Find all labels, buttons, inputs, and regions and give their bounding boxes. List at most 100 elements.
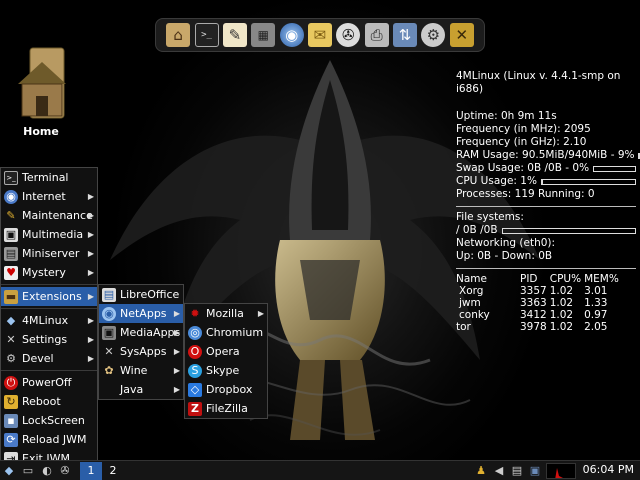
settings-icon[interactable]: ⚙ [421,23,446,47]
gear-icon: ⚙ [6,352,16,365]
menu-item-multimedia[interactable]: ▣ Multimedia ▶ [1,225,97,244]
menu-item-label: Opera [206,345,240,358]
submenu-arrow-icon: ▶ [87,249,94,258]
extensions-submenu: ▤ LibreOffice ◉ NetApps ▶ ▣ MediaApps ▶ ✕ SysA… [98,284,184,400]
menu-item-label: Wine [120,364,148,377]
menu-item-terminal[interactable]: >_ Terminal [1,168,97,187]
submenu-arrow-icon: ▶ [87,192,94,201]
menu-item-wine[interactable]: ✿ Wine ▶ [99,361,183,380]
clipboard-tray-icon[interactable]: ▤ [510,462,524,480]
main-menu: >_ Terminal ◉ Internet ▶ ✎ Maintenance ▶ ▣ Mul… [0,167,98,469]
menu-item-devel[interactable]: ⚙ Devel ▶ [1,349,97,368]
home-desktop-shortcut[interactable]: Home [10,44,72,138]
tools-icon[interactable]: ✕ [449,23,474,47]
network-tray-icon[interactable]: ▣ [528,462,542,480]
file-manager-icon[interactable]: ◐ [38,462,56,480]
menu-item-netapps[interactable]: ◉ NetApps ▶ [99,304,183,323]
tools-icon: ✕ [104,345,114,358]
network-traffic-text: Up: 0B - Down: 0B [456,250,553,262]
netapps-submenu: ✹ Mozilla ▶ ◎ Chromium O Opera S Skype ◇ Dropb… [184,303,268,419]
menu-item-mystery[interactable]: ♥ Mystery ▶ [1,263,97,282]
filesystems-label: File systems: [456,211,524,223]
menu-item-mozilla[interactable]: ✹ Mozilla ▶ [185,304,267,323]
home-shortcut-label: Home [23,125,59,138]
menu-item-extensions[interactable]: ▬ Extensions ▶ [1,287,97,306]
menu-item-opera[interactable]: O Opera [185,342,267,361]
workspace-2-button[interactable]: 2 [102,462,124,480]
menu-item-dropbox[interactable]: ◇ Dropbox [185,380,267,399]
dropbox-icon: ◇ [188,382,202,397]
submenu-arrow-icon: ▶ [87,211,94,220]
cpu-load-graph [546,463,576,479]
menu-item-skype[interactable]: S Skype [185,361,267,380]
menu-item-libreoffice[interactable]: ▤ LibreOffice [99,285,183,304]
media-player-icon[interactable]: ✇ [336,23,361,47]
java-icon [102,383,116,397]
menu-item-label: Miniserver [22,247,80,260]
processes-text: Processes: 119 Running: 0 [456,188,595,200]
menu-item-filezilla[interactable]: Z FileZilla [185,399,267,418]
printer-icon[interactable]: ⎙ [364,23,389,47]
menu-item-lockscreen[interactable]: ▪ LockScreen [1,411,97,430]
terminal-icon[interactable]: >_ [194,23,219,47]
mail-icon[interactable]: ✉ [307,23,332,47]
menu-item-reboot[interactable]: ↻ Reboot [1,392,97,411]
networking-label: Networking (eth0): [456,237,556,249]
menu-item-chromium[interactable]: ◎ Chromium [185,323,267,342]
home-folder-icon[interactable]: ⌂ [166,23,191,47]
submenu-arrow-icon: ▶ [87,230,94,239]
menu-item-label: Maintenance [22,209,93,222]
submenu-arrow-icon: ▶ [87,354,94,363]
submenu-arrow-icon: ▶ [173,328,180,337]
process-pid: 3978 [520,321,547,333]
skype-icon: S [188,363,202,378]
user-tray-icon[interactable]: ♟ [474,462,488,480]
show-desktop-icon[interactable]: ▭ [18,462,38,480]
menu-item-4mlinux[interactable]: ◆ 4MLinux ▶ [1,311,97,330]
media-player-icon[interactable]: ✇ [56,462,74,480]
cpu-usage-text: CPU Usage: 1% [456,175,537,187]
workspace-1-button[interactable]: 1 [80,461,102,480]
menu-item-label: Mozilla [206,307,244,320]
menu-item-label: Reboot [22,395,61,408]
menu-item-java[interactable]: Java ▶ [99,380,183,399]
process-row: Xorg 3357 1.02 3.01 [456,285,622,297]
lock-icon: ▪ [4,413,18,428]
calculator-icon[interactable]: ▦ [251,23,276,47]
uptime-text: Uptime: 0h 9m 11s [456,110,557,122]
divider [456,268,636,269]
menu-item-reload-jwm[interactable]: ⟳ Reload JWM [1,430,97,449]
filezilla-icon: Z [188,401,202,416]
process-table: Name PID CPU% MEM% Xorg 3357 1.02 3.01 j… [456,273,622,333]
menu-item-settings[interactable]: ✕ Settings ▶ [1,330,97,349]
menu-item-label: Mystery [22,266,66,279]
submenu-arrow-icon: ▶ [87,316,94,325]
menu-item-internet[interactable]: ◉ Internet ▶ [1,187,97,206]
menu-item-miniserver[interactable]: ▤ Miniserver ▶ [1,244,97,263]
column-header: PID [520,273,538,285]
menu-item-sysapps[interactable]: ✕ SysApps ▶ [99,342,183,361]
menu-item-label: 4MLinux [22,314,69,327]
menu-separator [1,370,97,371]
process-name: Xorg [459,285,484,297]
conky-system-monitor: 4MLinux (Linux v. 4.4.1-smp on i686) Upt… [456,70,640,333]
volume-tray-icon[interactable]: ◀ [492,462,506,480]
process-name: tor [456,321,471,333]
application-dock: ⌂ >_ ✎ ▦ ◉ ✉ ✇ ⎙ ⇅ ⚙ ✕ [155,18,485,52]
text-editor-icon[interactable]: ✎ [222,23,247,47]
globe-icon: ◉ [102,306,116,321]
media-icon: ▣ [102,325,116,340]
web-browser-icon[interactable]: ◉ [279,23,304,47]
frequency-ghz-text: Frequency (in GHz): 2.10 [456,136,587,148]
menu-item-label: MediaApps [120,326,181,339]
submenu-arrow-icon: ▶ [87,268,94,277]
network-icon[interactable]: ⇅ [393,23,418,47]
menu-item-mediaapps[interactable]: ▣ MediaApps ▶ [99,323,183,342]
start-menu-button[interactable]: ◆ [0,462,18,480]
menu-item-maintenance[interactable]: ✎ Maintenance ▶ [1,206,97,225]
menu-item-poweroff[interactable]: ⏻ PowerOff [1,373,97,392]
process-pid: 3357 [520,285,547,297]
column-header: CPU% [549,273,582,285]
clock[interactable]: 06:04 PM [583,463,634,476]
filesystem-usage-bar [501,227,636,234]
